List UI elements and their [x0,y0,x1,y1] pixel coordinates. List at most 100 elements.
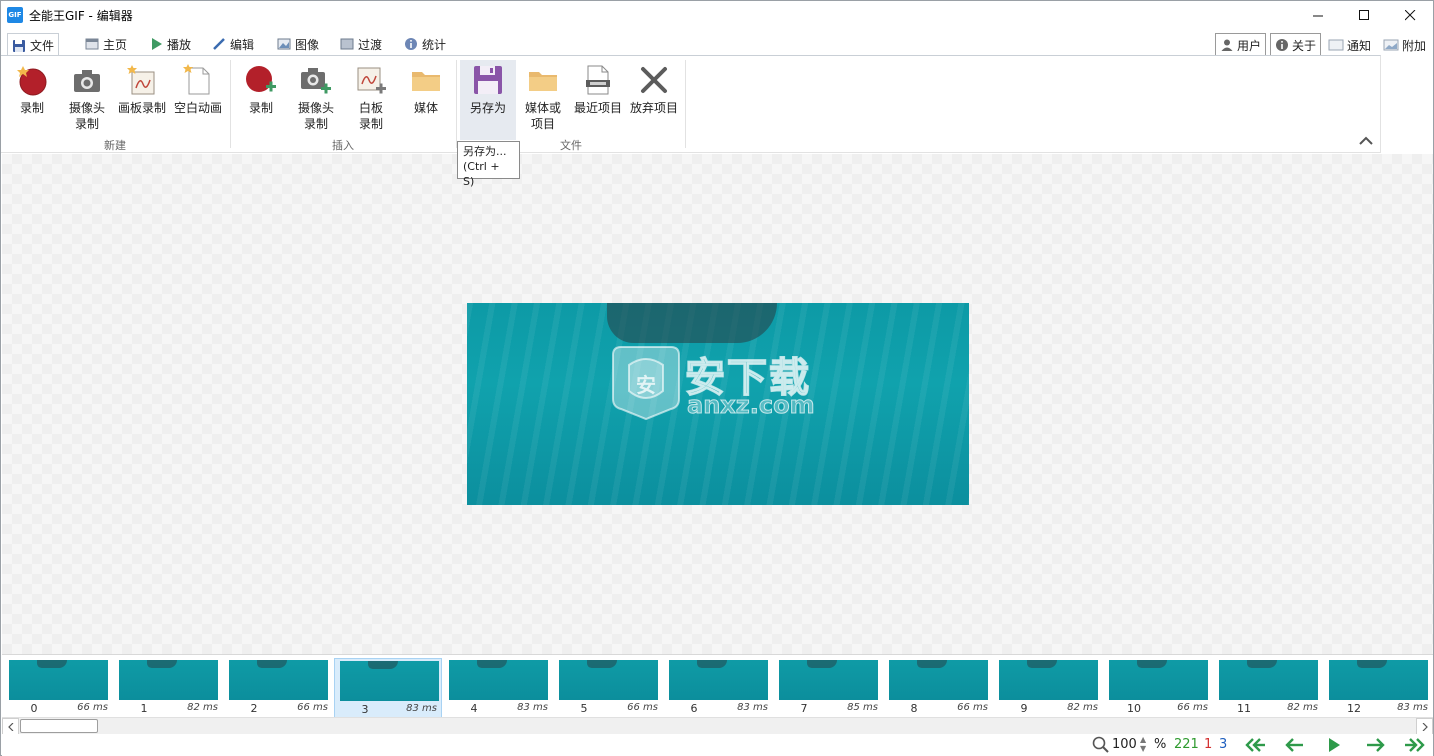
frame-number: 4 [470,702,478,715]
editor-canvas[interactable]: 安 安下载 anxz.com [2,154,1433,654]
insert-record-label: 录制 [248,101,273,115]
save-as-button[interactable]: 另存为 [460,60,516,140]
frame-thumbnail[interactable]: 6 83 ms [664,658,772,718]
frame-thumbnail-image [340,661,439,701]
window-title: 全能王GIF - 编辑器 [29,8,133,23]
editor-window: GIF 全能王GIF - 编辑器 文件 主页 播放 编辑 图像 过渡 统计 用户… [0,0,1434,756]
floppy-icon [12,39,26,53]
ribbon-separator [230,60,231,148]
frame-duration: 83 ms [517,702,548,713]
new-blank-animation-button[interactable]: 空白动画 [170,60,226,140]
tooltip-title: 另存为... [463,145,507,158]
home-page-icon [85,37,99,51]
current-frame-image: 安 安下载 anxz.com [467,303,969,505]
frame-number: 12 [1347,702,1361,715]
zoom-input[interactable]: 100 [1112,737,1137,752]
maximize-button[interactable] [1341,1,1387,29]
tooltip-shortcut: (Ctrl + S) [463,160,500,188]
frame-thumbnail[interactable]: 12 83 ms [1324,658,1432,718]
frame-thumbnail[interactable]: 9 82 ms [994,658,1102,718]
tab-file[interactable]: 文件 [7,33,60,57]
frame-thumbnail-image [9,660,108,700]
tab-statistics[interactable]: 统计 [400,33,450,55]
collapse-ribbon-chevron-up-icon[interactable] [1358,134,1374,146]
current-frame-index: 3 [1219,737,1228,752]
new-webcam-record-button[interactable]: 摄像头 录制 [59,60,115,140]
extras-button[interactable]: 附加 [1379,33,1430,57]
board-icon [126,64,158,96]
frame-thumbnail-image [449,660,548,700]
recent-projects-button[interactable]: 最近项目 [570,60,626,140]
frame-thumbnail[interactable]: 4 83 ms [444,658,552,718]
frame-thumbnail[interactable]: 7 85 ms [774,658,882,718]
scrollbar-thumb[interactable] [20,719,98,733]
frame-thumbnail-selected[interactable]: 3 83 ms [334,658,442,718]
frame-thumbnail-image [999,660,1098,700]
frame-thumbnail[interactable]: 10 66 ms [1104,658,1212,718]
ribbon-separator [456,60,457,148]
last-frame-icon[interactable] [1404,736,1426,754]
about-button[interactable]: 关于 [1270,33,1322,57]
about-button-label: 关于 [1292,38,1317,53]
next-frame-icon[interactable] [1364,736,1386,754]
insert-media-button[interactable]: 媒体 [398,60,454,140]
frame-thumbnail-image [779,660,878,700]
frame-number: 2 [250,702,258,715]
close-button[interactable] [1387,1,1433,29]
frame-duration: 66 ms [957,702,988,713]
frame-duration: 82 ms [187,702,218,713]
insert-webcam-record-button[interactable]: 摄像头 录制 [288,60,344,140]
diver-silhouette [607,303,777,343]
user-icon [1220,38,1234,52]
frame-number: 7 [800,702,808,715]
frame-number: 3 [361,703,369,716]
ribbon-tabs: 文件 主页 播放 编辑 图像 过渡 统计 用户 关于 通知 附加 [1,31,1433,57]
frame-duration: 66 ms [627,702,658,713]
total-frames-count: 221 [1174,737,1199,752]
tab-image[interactable]: 图像 [273,33,323,55]
open-media-or-project-button[interactable]: 媒体或 项目 [515,60,571,140]
frame-duration: 85 ms [847,702,878,713]
frame-thumbnail-image [669,660,768,700]
play-frames-icon[interactable] [1324,736,1346,754]
blank-page-icon [182,64,214,96]
frame-thumbnail[interactable]: 8 66 ms [884,658,992,718]
tab-home[interactable]: 主页 [81,33,131,55]
frame-thumbnail-image [559,660,658,700]
zoom-spinner-icon[interactable]: ▲ ▼ [1140,735,1146,753]
frame-duration: 66 ms [1177,702,1208,713]
camera-icon [71,64,103,96]
previous-frame-icon[interactable] [1284,736,1306,754]
insert-group-label: 插入 [332,139,354,152]
insert-webcam-record-label: 摄像头 录制 [297,101,334,131]
frame-thumbnail[interactable]: 1 82 ms [114,658,222,718]
frame-thumbnail[interactable]: 11 82 ms [1214,658,1322,718]
first-frame-icon[interactable] [1244,736,1266,754]
frame-thumbnail[interactable]: 5 66 ms [554,658,662,718]
discard-project-button[interactable]: 放弃项目 [626,60,682,140]
extras-image-icon [1383,38,1399,52]
new-record-button[interactable]: 录制 [4,60,60,140]
tab-play[interactable]: 播放 [145,33,195,55]
user-button[interactable]: 用户 [1215,33,1267,57]
filmstrip-scrollbar[interactable] [2,717,1433,735]
frame-number: 1 [140,702,148,715]
scroll-left-arrow-icon[interactable] [2,718,19,735]
notify-button-label: 通知 [1347,38,1372,53]
insert-record-button[interactable]: 录制 [233,60,289,140]
tab-edit[interactable]: 编辑 [208,33,258,55]
zoom-percent-label: % [1154,737,1167,752]
camera-add-icon [300,64,332,96]
status-bar: 100 ▲ ▼ % 221 1 3 [2,734,1433,756]
frame-thumbnail[interactable]: 2 66 ms [224,658,332,718]
insert-board-record-button[interactable]: 白板 录制 [343,60,399,140]
tab-transition[interactable]: 过渡 [336,33,386,55]
scroll-right-arrow-icon[interactable] [1416,718,1433,735]
notify-button[interactable]: 通知 [1324,33,1375,57]
new-board-record-button[interactable]: 画板录制 [114,60,170,140]
frame-duration: 83 ms [1397,702,1428,713]
minimize-button[interactable] [1295,1,1341,29]
frame-thumbnail-image [1329,660,1428,700]
frame-thumbnail[interactable]: 0 66 ms [4,658,112,718]
frame-number: 5 [580,702,588,715]
